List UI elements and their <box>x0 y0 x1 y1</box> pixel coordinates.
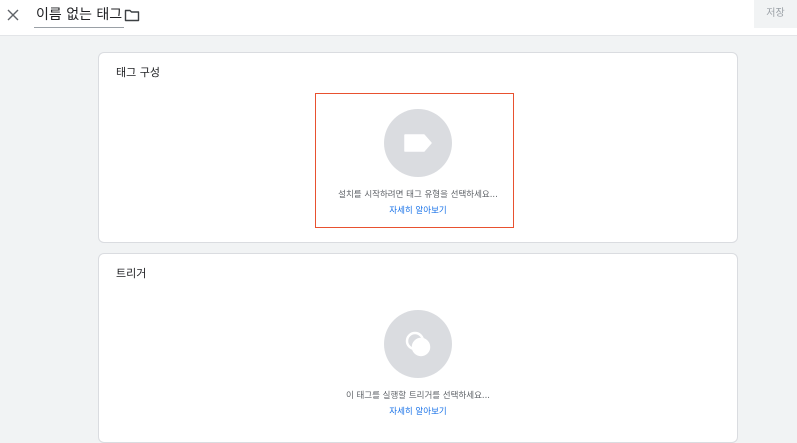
trigger-icon <box>405 331 431 357</box>
trigger-selector[interactable] <box>384 310 452 378</box>
trigger-card: 트리거 이 태그를 실행할 트리거를 선택하세요... 자세히 알아보기 <box>98 253 738 443</box>
tag-configuration-title: 태그 구성 <box>116 66 160 79</box>
tag-name-field[interactable]: 이름 없는 태그 <box>34 4 125 28</box>
page-title: 이름 없는 태그 <box>36 7 123 23</box>
tag-configuration-card: 태그 구성 설치를 시작하려면 태그 유형을 선택하세요... 자세히 알아보기 <box>98 52 738 243</box>
folder-icon <box>124 9 140 21</box>
save-button[interactable]: 저장 <box>754 0 797 28</box>
tag-type-hint: 설치를 시작하려면 태그 유형을 선택하세요... <box>338 190 498 200</box>
trigger-title: 트리거 <box>116 267 147 280</box>
trigger-learn-more-link[interactable]: 자세히 알아보기 <box>99 406 737 418</box>
tag-type-selector[interactable] <box>384 109 452 177</box>
tag-icon <box>404 134 432 152</box>
folder-button[interactable] <box>123 6 141 24</box>
top-bar: 이름 없는 태그 저장 <box>0 0 797 36</box>
trigger-hint: 이 태그를 실행할 트리거를 선택하세요... <box>345 391 491 401</box>
close-icon <box>7 9 19 21</box>
close-button[interactable] <box>4 6 22 24</box>
tag-learn-more-link[interactable]: 자세히 알아보기 <box>99 205 737 217</box>
